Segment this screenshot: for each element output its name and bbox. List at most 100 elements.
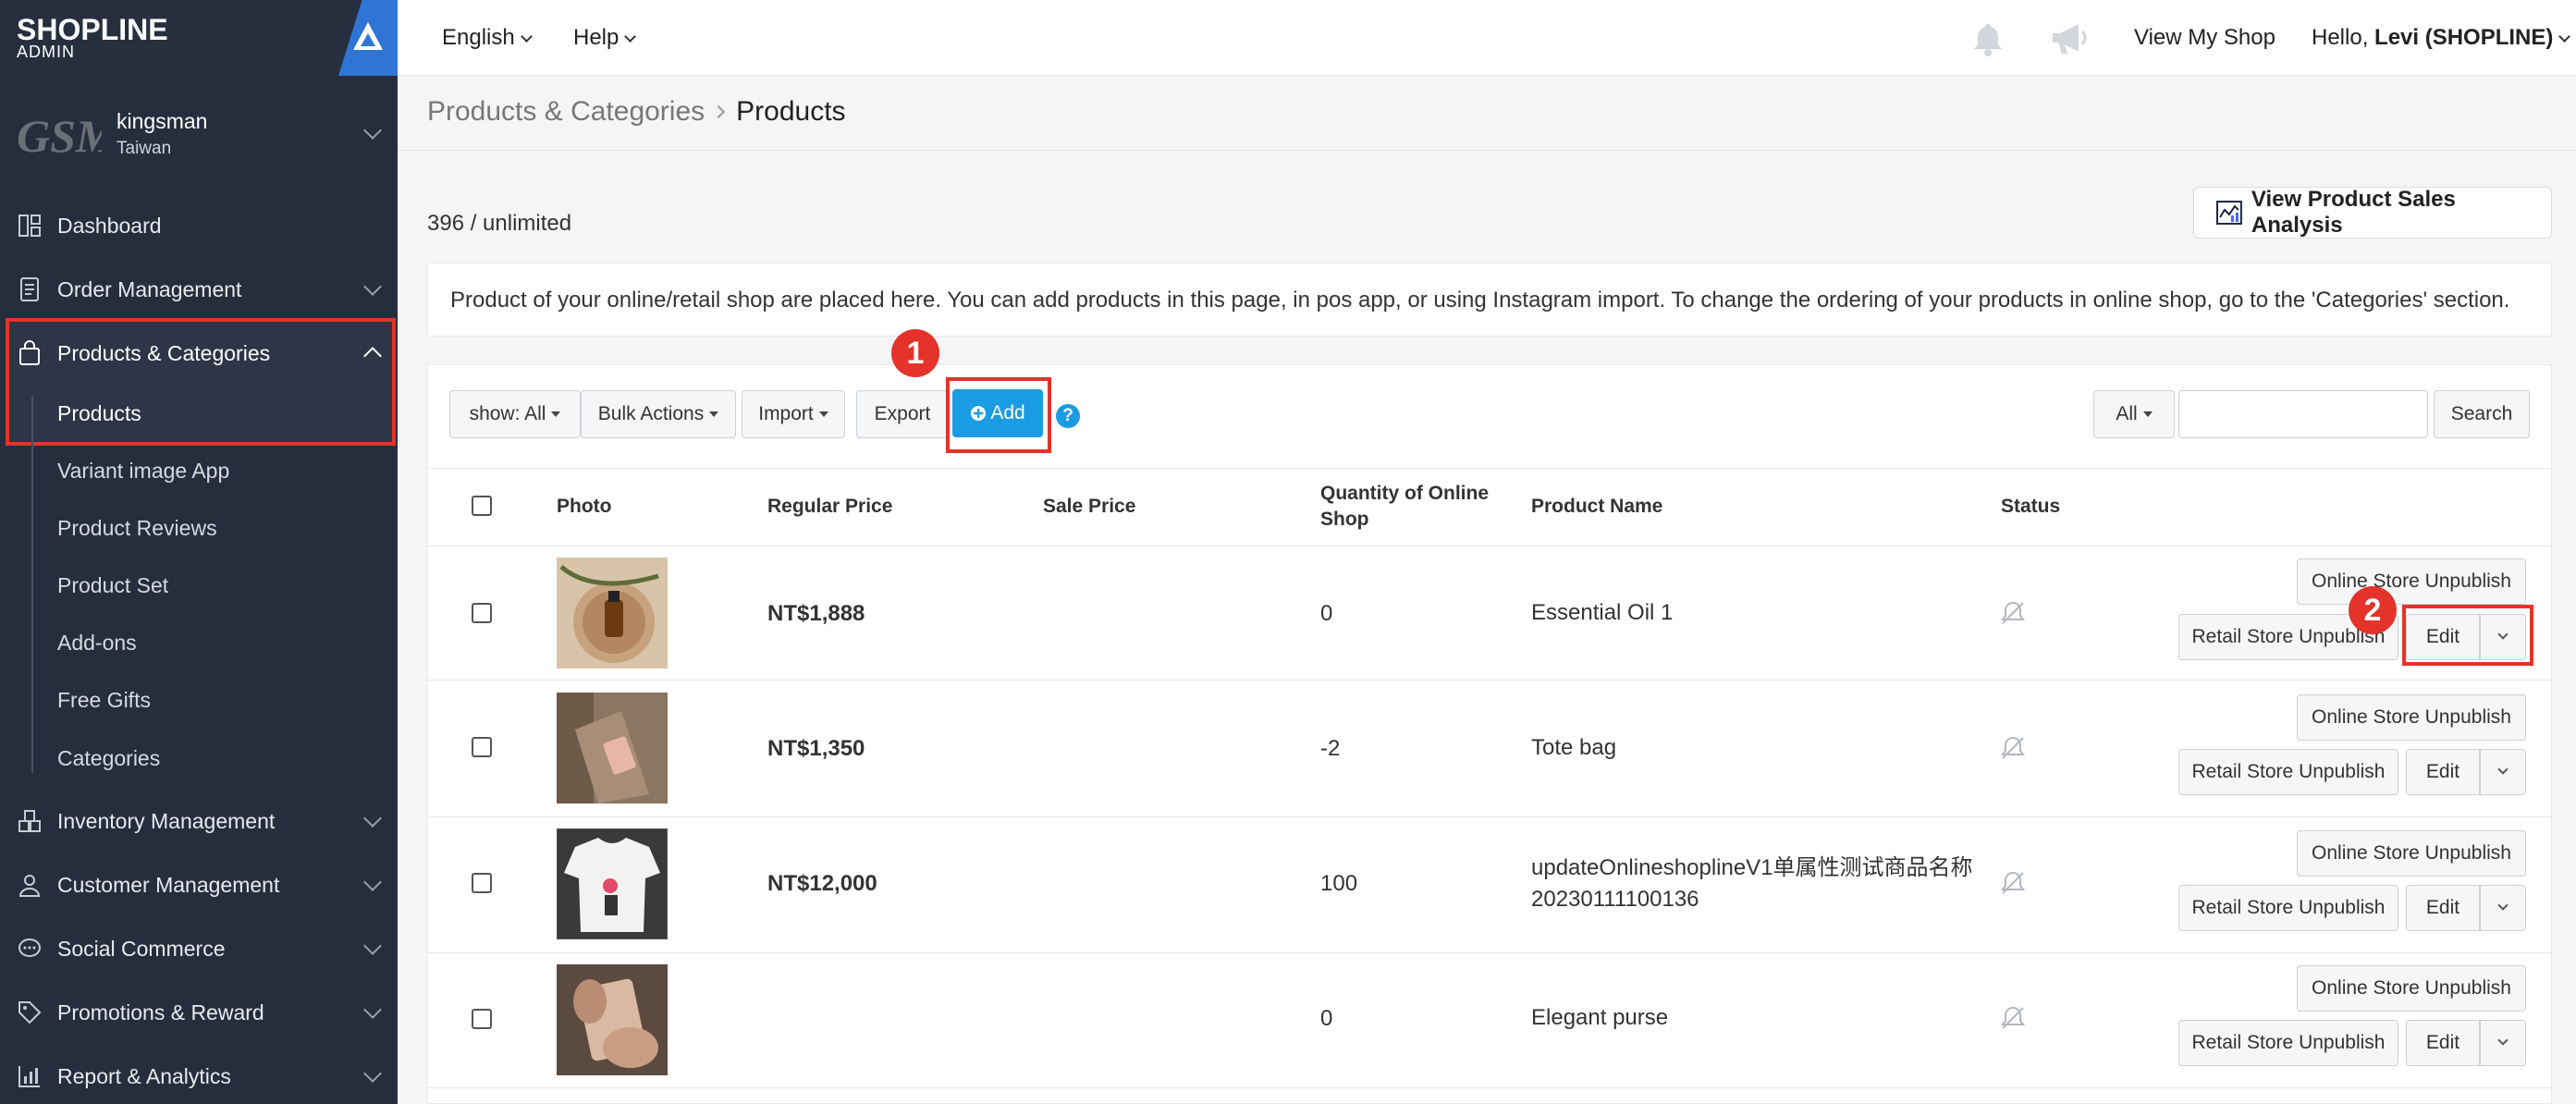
sidebar-item-report-analytics[interactable]: Report & Analytics — [0, 1049, 398, 1104]
quantity: 0 — [1320, 1006, 1333, 1031]
bulk-actions-dropdown[interactable]: Bulk Actions — [581, 390, 736, 438]
row-checkbox[interactable] — [472, 873, 492, 893]
highlight-box-edit — [2402, 605, 2533, 666]
search-button[interactable]: Search — [2434, 390, 2530, 438]
view-my-shop-link[interactable]: View My Shop — [2134, 25, 2275, 51]
help-dropdown[interactable]: Help — [573, 25, 637, 51]
sidebar-subitem-products[interactable]: Products — [0, 388, 398, 440]
sidebar-item-label: Dashboard — [57, 213, 162, 238]
shop-switcher[interactable]: GSM kingsman Taiwan — [0, 102, 398, 166]
product-name[interactable]: Tote bag — [1531, 732, 1616, 764]
online-store-unpublish-button[interactable]: Online Store Unpublish — [2297, 694, 2526, 741]
header-product-name[interactable]: Product Name — [1531, 496, 1662, 518]
search-field-label: All — [2116, 403, 2138, 424]
user-menu[interactable]: Hello, Levi (SHOPLINE) — [2312, 25, 2571, 51]
online-store-unpublish-button[interactable]: Online Store Unpublish — [2297, 558, 2526, 605]
row-checkbox[interactable] — [472, 1009, 492, 1029]
products-panel — [427, 364, 2552, 1104]
product-name[interactable]: Essential Oil 1 — [1531, 597, 1673, 629]
regular-price: NT$12,000 — [767, 871, 877, 896]
tote-bag-image — [557, 693, 668, 803]
subitem-label: Products — [57, 401, 141, 425]
row-actions-dropdown[interactable] — [2480, 885, 2526, 931]
sidebar-subitem-add-ons[interactable]: Add-ons — [0, 618, 398, 669]
add-button-label: Add — [990, 402, 1025, 423]
notification-bell-icon[interactable] — [1969, 20, 2006, 57]
edit-button[interactable]: Edit — [2406, 885, 2480, 931]
row-divider — [427, 1087, 2552, 1088]
header-quantity-line2: Shop — [1320, 509, 1369, 530]
top-bar: English Help View My Shop Hello, Levi (S… — [398, 0, 2576, 76]
regular-price: NT$1,350 — [767, 736, 865, 761]
row-actions-dropdown[interactable] — [2480, 749, 2526, 795]
product-photo-tote-bag[interactable] — [557, 693, 668, 803]
online-store-unpublish-button[interactable]: Online Store Unpublish — [2297, 830, 2526, 877]
subitem-label: Categories — [57, 746, 161, 770]
breadcrumb-parent-link[interactable]: Products & Categories — [427, 96, 705, 127]
show-filter-dropdown[interactable]: show: All — [449, 390, 581, 438]
sidebar-item-products-categories[interactable]: Products & Categories — [0, 325, 398, 381]
edit-button[interactable]: Edit — [2406, 749, 2480, 795]
header-regular-price[interactable]: Regular Price — [767, 496, 892, 518]
row-checkbox[interactable] — [472, 603, 492, 623]
product-photo-tshirt[interactable] — [557, 828, 668, 939]
row-checkbox[interactable] — [472, 737, 492, 757]
collapse-sidebar-button[interactable] — [338, 0, 398, 76]
row-actions-dropdown[interactable] — [2480, 1020, 2526, 1066]
logo-subtitle: ADMIN — [17, 43, 75, 61]
tshirt-image — [557, 828, 668, 939]
search-field-dropdown[interactable]: All — [2093, 390, 2175, 438]
product-name[interactable]: updateOnlineshoplineV1单属性测试商品名称 — [1531, 853, 1973, 884]
sidebar-item-label: Report & Analytics — [57, 1063, 231, 1088]
sidebar-subitem-categories[interactable]: Categories — [0, 733, 398, 785]
essential-oil-image — [557, 558, 668, 669]
export-button[interactable]: Export — [856, 390, 949, 438]
retail-store-unpublish-button[interactable]: Retail Store Unpublish — [2178, 1020, 2398, 1066]
sidebar-item-order-management[interactable]: Order Management — [0, 262, 398, 317]
sidebar-item-promotions-reward[interactable]: Promotions & Reward — [0, 985, 398, 1040]
divider — [427, 468, 2552, 469]
retail-store-unpublish-button[interactable]: Retail Store Unpublish — [2178, 885, 2398, 931]
quantity: 100 — [1320, 871, 1358, 896]
sidebar-item-social-commerce[interactable]: Social Commerce — [0, 921, 398, 976]
notification-off-icon — [2001, 601, 2025, 624]
notification-off-icon — [2001, 736, 2025, 759]
add-product-button[interactable]: Add — [952, 389, 1043, 437]
edit-button[interactable]: Edit — [2406, 1020, 2480, 1066]
caret-down-icon — [624, 31, 637, 43]
view-product-sales-analysis-button[interactable]: View Product Sales Analysis — [2193, 187, 2552, 239]
caret-down-icon — [520, 31, 533, 43]
product-name[interactable]: Elegant purse — [1531, 1002, 1668, 1034]
breadcrumb: Products & Categories Products — [427, 96, 846, 128]
product-photo-essential-oil[interactable] — [557, 558, 668, 669]
sidebar-item-inventory-management[interactable]: Inventory Management — [0, 793, 398, 849]
logo-area: SHOPLINE ADMIN — [0, 0, 398, 76]
help-icon[interactable]: ? — [1056, 404, 1080, 428]
retail-store-unpublish-button[interactable]: Retail Store Unpublish — [2178, 749, 2398, 795]
language-dropdown[interactable]: English — [442, 25, 533, 51]
product-photo-elegant-purse[interactable] — [557, 964, 668, 1075]
sidebar-subitem-product-reviews[interactable]: Product Reviews — [0, 503, 398, 555]
sidebar-item-customer-management[interactable]: Customer Management — [0, 857, 398, 913]
row-divider — [427, 680, 2552, 681]
chevron-down-icon — [2497, 900, 2509, 911]
online-store-unpublish-button[interactable]: Online Store Unpublish — [2297, 965, 2526, 1012]
header-status: Status — [2001, 496, 2061, 517]
analysis-button-label: View Product Sales Analysis — [2251, 187, 2456, 238]
product-count: 396 / unlimited — [427, 211, 572, 236]
greeting-text: Hello, — [2312, 25, 2375, 50]
header-quantity-line1[interactable]: Quantity of Online — [1320, 483, 1489, 505]
select-all-checkbox[interactable] — [472, 496, 492, 516]
sidebar-subitem-variant-image-app[interactable]: Variant image App — [0, 446, 398, 497]
announcement-megaphone-icon[interactable] — [2049, 20, 2090, 57]
subitem-label: Product Reviews — [57, 516, 217, 540]
import-dropdown[interactable]: Import — [742, 390, 845, 438]
sidebar-item-dashboard[interactable]: Dashboard — [0, 198, 398, 253]
header-sale-price[interactable]: Sale Price — [1043, 496, 1135, 518]
purse-image — [557, 964, 668, 1075]
search-input[interactable] — [2178, 390, 2428, 438]
sidebar-subitem-product-set[interactable]: Product Set — [0, 560, 398, 612]
sidebar-subitem-free-gifts[interactable]: Free Gifts — [0, 675, 398, 727]
chat-icon — [18, 938, 41, 957]
info-message: Product of your online/retail shop are p… — [427, 263, 2552, 337]
